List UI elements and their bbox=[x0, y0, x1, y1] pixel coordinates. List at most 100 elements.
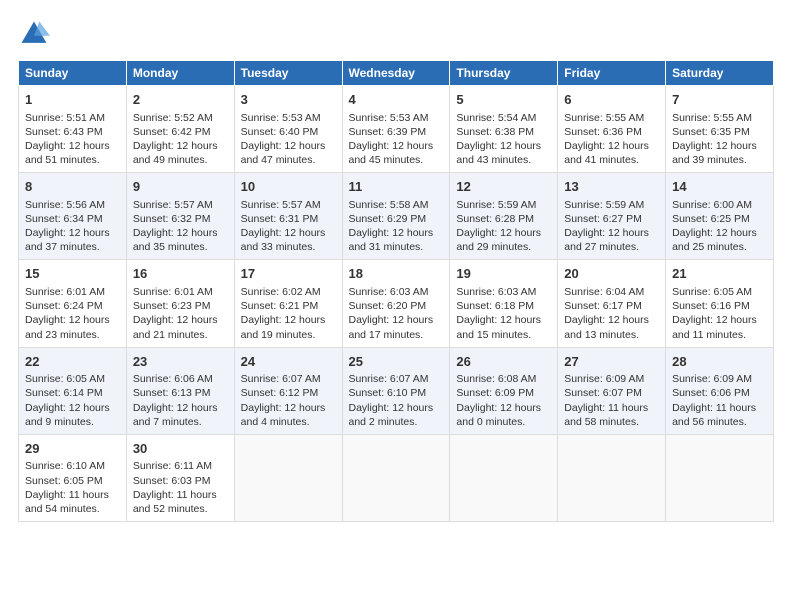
day-info-line: Daylight: 12 hours bbox=[564, 226, 659, 240]
day-info-line: Sunrise: 5:52 AM bbox=[133, 111, 228, 125]
day-cell: 9Sunrise: 5:57 AMSunset: 6:32 PMDaylight… bbox=[126, 173, 234, 260]
day-info-line: Sunrise: 5:53 AM bbox=[349, 111, 444, 125]
day-cell: 12Sunrise: 5:59 AMSunset: 6:28 PMDayligh… bbox=[450, 173, 558, 260]
logo-icon bbox=[18, 18, 50, 50]
day-cell: 19Sunrise: 6:03 AMSunset: 6:18 PMDayligh… bbox=[450, 260, 558, 347]
day-info-line: and 17 minutes. bbox=[349, 328, 444, 342]
day-info-line: Daylight: 12 hours bbox=[456, 401, 551, 415]
day-info-line: Sunrise: 5:54 AM bbox=[456, 111, 551, 125]
day-info-line: Daylight: 12 hours bbox=[25, 226, 120, 240]
header-row: SundayMondayTuesdayWednesdayThursdayFrid… bbox=[19, 61, 774, 86]
day-info-line: Daylight: 12 hours bbox=[672, 313, 767, 327]
day-info-line: Daylight: 11 hours bbox=[133, 488, 228, 502]
day-info-line: Sunrise: 6:08 AM bbox=[456, 372, 551, 386]
day-cell bbox=[558, 434, 666, 521]
day-info-line: Sunrise: 5:57 AM bbox=[241, 198, 336, 212]
day-info-line: Sunrise: 5:57 AM bbox=[133, 198, 228, 212]
day-info-line: Sunset: 6:24 PM bbox=[25, 299, 120, 313]
day-number: 21 bbox=[672, 265, 767, 283]
day-info-line: Sunset: 6:29 PM bbox=[349, 212, 444, 226]
day-cell: 8Sunrise: 5:56 AMSunset: 6:34 PMDaylight… bbox=[19, 173, 127, 260]
day-info-line: Daylight: 12 hours bbox=[456, 139, 551, 153]
day-info-line: Daylight: 12 hours bbox=[241, 401, 336, 415]
day-cell: 29Sunrise: 6:10 AMSunset: 6:05 PMDayligh… bbox=[19, 434, 127, 521]
day-info-line: Sunset: 6:39 PM bbox=[349, 125, 444, 139]
col-header-monday: Monday bbox=[126, 61, 234, 86]
day-number: 1 bbox=[25, 91, 120, 109]
day-info-line: and 9 minutes. bbox=[25, 415, 120, 429]
day-info-line: Sunrise: 6:03 AM bbox=[456, 285, 551, 299]
day-number: 2 bbox=[133, 91, 228, 109]
day-info-line: Sunset: 6:09 PM bbox=[456, 386, 551, 400]
day-info-line: Daylight: 12 hours bbox=[133, 401, 228, 415]
day-info-line: Sunrise: 6:09 AM bbox=[564, 372, 659, 386]
day-info-line: Daylight: 12 hours bbox=[349, 313, 444, 327]
week-row-3: 15Sunrise: 6:01 AMSunset: 6:24 PMDayligh… bbox=[19, 260, 774, 347]
day-cell bbox=[234, 434, 342, 521]
day-cell: 25Sunrise: 6:07 AMSunset: 6:10 PMDayligh… bbox=[342, 347, 450, 434]
day-info-line: and 11 minutes. bbox=[672, 328, 767, 342]
day-cell: 15Sunrise: 6:01 AMSunset: 6:24 PMDayligh… bbox=[19, 260, 127, 347]
day-info-line: and 47 minutes. bbox=[241, 153, 336, 167]
day-number: 26 bbox=[456, 353, 551, 371]
day-info-line: and 37 minutes. bbox=[25, 240, 120, 254]
day-number: 28 bbox=[672, 353, 767, 371]
day-info-line: Sunset: 6:05 PM bbox=[25, 474, 120, 488]
day-info-line: and 45 minutes. bbox=[349, 153, 444, 167]
day-info-line: Sunrise: 5:56 AM bbox=[25, 198, 120, 212]
day-info-line: Sunset: 6:38 PM bbox=[456, 125, 551, 139]
week-row-1: 1Sunrise: 5:51 AMSunset: 6:43 PMDaylight… bbox=[19, 86, 774, 173]
day-number: 23 bbox=[133, 353, 228, 371]
day-number: 30 bbox=[133, 440, 228, 458]
day-info-line: Sunrise: 6:05 AM bbox=[672, 285, 767, 299]
day-info-line: and 58 minutes. bbox=[564, 415, 659, 429]
day-info-line: Sunset: 6:06 PM bbox=[672, 386, 767, 400]
day-number: 12 bbox=[456, 178, 551, 196]
day-cell: 20Sunrise: 6:04 AMSunset: 6:17 PMDayligh… bbox=[558, 260, 666, 347]
logo bbox=[18, 18, 54, 50]
day-info-line: and 31 minutes. bbox=[349, 240, 444, 254]
day-cell: 6Sunrise: 5:55 AMSunset: 6:36 PMDaylight… bbox=[558, 86, 666, 173]
day-cell: 5Sunrise: 5:54 AMSunset: 6:38 PMDaylight… bbox=[450, 86, 558, 173]
day-number: 4 bbox=[349, 91, 444, 109]
day-cell: 3Sunrise: 5:53 AMSunset: 6:40 PMDaylight… bbox=[234, 86, 342, 173]
day-number: 9 bbox=[133, 178, 228, 196]
day-number: 11 bbox=[349, 178, 444, 196]
day-number: 27 bbox=[564, 353, 659, 371]
day-info-line: Sunset: 6:14 PM bbox=[25, 386, 120, 400]
day-info-line: Sunrise: 6:03 AM bbox=[349, 285, 444, 299]
day-info-line: Sunrise: 5:55 AM bbox=[672, 111, 767, 125]
day-cell: 14Sunrise: 6:00 AMSunset: 6:25 PMDayligh… bbox=[666, 173, 774, 260]
day-info-line: and 29 minutes. bbox=[456, 240, 551, 254]
day-info-line: Sunrise: 6:10 AM bbox=[25, 459, 120, 473]
col-header-thursday: Thursday bbox=[450, 61, 558, 86]
col-header-tuesday: Tuesday bbox=[234, 61, 342, 86]
day-info-line: and 7 minutes. bbox=[133, 415, 228, 429]
day-cell: 2Sunrise: 5:52 AMSunset: 6:42 PMDaylight… bbox=[126, 86, 234, 173]
day-cell: 23Sunrise: 6:06 AMSunset: 6:13 PMDayligh… bbox=[126, 347, 234, 434]
day-info-line: Daylight: 11 hours bbox=[564, 401, 659, 415]
day-info-line: and 4 minutes. bbox=[241, 415, 336, 429]
day-number: 15 bbox=[25, 265, 120, 283]
day-info-line: Sunset: 6:10 PM bbox=[349, 386, 444, 400]
day-info-line: Daylight: 12 hours bbox=[672, 139, 767, 153]
day-info-line: and 43 minutes. bbox=[456, 153, 551, 167]
day-info-line: Sunrise: 6:04 AM bbox=[564, 285, 659, 299]
day-cell: 27Sunrise: 6:09 AMSunset: 6:07 PMDayligh… bbox=[558, 347, 666, 434]
day-info-line: Daylight: 12 hours bbox=[241, 139, 336, 153]
header bbox=[18, 18, 774, 50]
day-cell bbox=[666, 434, 774, 521]
day-cell: 17Sunrise: 6:02 AMSunset: 6:21 PMDayligh… bbox=[234, 260, 342, 347]
day-info-line: Sunrise: 6:06 AM bbox=[133, 372, 228, 386]
day-info-line: Daylight: 12 hours bbox=[133, 139, 228, 153]
col-header-sunday: Sunday bbox=[19, 61, 127, 86]
day-info-line: and 41 minutes. bbox=[564, 153, 659, 167]
day-cell: 24Sunrise: 6:07 AMSunset: 6:12 PMDayligh… bbox=[234, 347, 342, 434]
calendar-table: SundayMondayTuesdayWednesdayThursdayFrid… bbox=[18, 60, 774, 522]
day-info-line: and 39 minutes. bbox=[672, 153, 767, 167]
day-info-line: Sunset: 6:32 PM bbox=[133, 212, 228, 226]
day-info-line: Sunset: 6:28 PM bbox=[456, 212, 551, 226]
day-info-line: Sunset: 6:25 PM bbox=[672, 212, 767, 226]
day-number: 16 bbox=[133, 265, 228, 283]
day-info-line: and 2 minutes. bbox=[349, 415, 444, 429]
